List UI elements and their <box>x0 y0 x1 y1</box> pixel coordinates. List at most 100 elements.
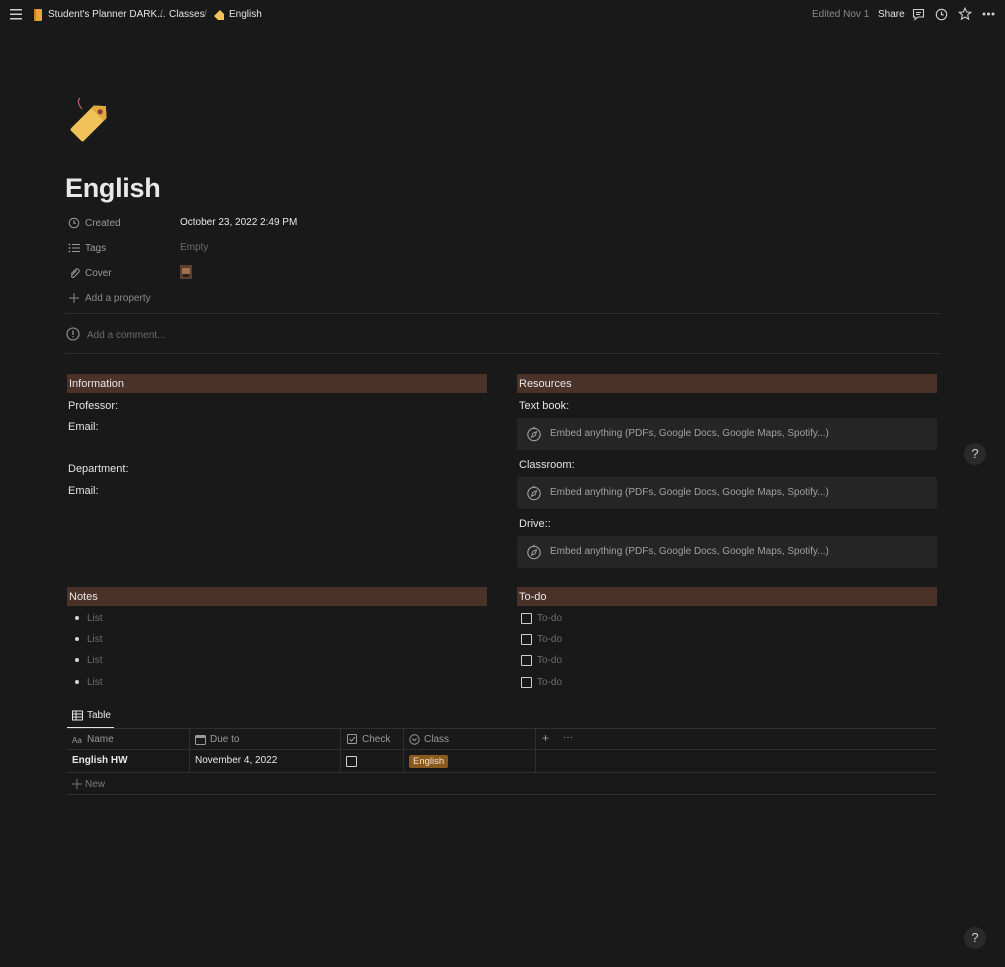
svg-text:Aa: Aa <box>72 736 82 745</box>
property-label: Tags <box>85 243 107 254</box>
text-icon: Aa <box>72 734 83 745</box>
breadcrumb-separator: / <box>160 9 163 20</box>
table-border <box>67 772 937 773</box>
email-label[interactable]: Email: <box>68 485 99 497</box>
bullet-dot <box>75 680 79 684</box>
todo-checkbox[interactable] <box>521 677 532 688</box>
breadcrumb-item-planner[interactable]: Student's Planner DARK... <box>48 9 166 20</box>
add-property-button[interactable]: Add a property <box>68 290 468 308</box>
comment-placeholder: Add a comment... <box>87 330 166 341</box>
resources-heading[interactable]: Resources <box>517 374 937 393</box>
cell-check-checkbox[interactable] <box>346 756 357 767</box>
embed-placeholder: Embed anything (PDFs, Google Docs, Googl… <box>550 428 829 439</box>
plus-icon <box>72 779 82 792</box>
comment-icon[interactable] <box>912 8 925 21</box>
compass-icon <box>526 426 542 442</box>
bullet-dot <box>75 637 79 641</box>
column-border <box>535 728 536 772</box>
checkbox-icon <box>347 734 358 745</box>
classroom-label[interactable]: Classroom: <box>519 459 575 471</box>
list-item[interactable]: List <box>87 677 103 688</box>
embed-placeholder: Embed anything (PDFs, Google Docs, Googl… <box>550 487 829 498</box>
property-created[interactable]: Created October 23, 2022 2:49 PM <box>68 215 468 233</box>
info-icon <box>66 327 80 341</box>
page-title[interactable]: English <box>65 173 161 204</box>
help-button[interactable]: ? <box>964 443 986 465</box>
cover-thumbnail[interactable] <box>180 265 192 279</box>
drive-label[interactable]: Drive:: <box>519 518 551 530</box>
tab-table-view[interactable]: Table <box>67 706 114 729</box>
more-options-icon[interactable] <box>982 12 995 16</box>
department-label[interactable]: Department: <box>68 463 129 475</box>
column-border <box>403 728 404 772</box>
cell-due[interactable]: November 4, 2022 <box>195 755 277 766</box>
top-bar: Student's Planner DARK... / Classes / En… <box>0 0 1005 30</box>
new-row-button[interactable]: New <box>72 778 192 792</box>
compass-icon <box>526 544 542 560</box>
todo-item[interactable]: To-do <box>537 655 562 666</box>
divider <box>65 313 940 314</box>
select-icon <box>409 734 420 745</box>
todo-checkbox[interactable] <box>521 613 532 624</box>
clock-icon <box>68 217 80 229</box>
edited-timestamp: Edited Nov 1 <box>812 9 870 20</box>
property-label: Created <box>85 218 121 229</box>
information-heading[interactable]: Information <box>67 374 487 393</box>
table-more-button[interactable]: ··· <box>563 732 573 743</box>
column-border <box>189 728 190 772</box>
notebook-icon <box>33 9 43 21</box>
menu-icon[interactable] <box>10 9 22 20</box>
history-icon[interactable] <box>935 8 948 21</box>
compass-icon <box>526 485 542 501</box>
email-label[interactable]: Email: <box>68 421 99 433</box>
table-border <box>67 749 937 750</box>
notes-heading[interactable]: Notes <box>67 587 487 606</box>
property-value[interactable]: Empty <box>180 242 208 253</box>
new-row-label: New <box>85 779 106 790</box>
tab-label: Table <box>87 710 111 721</box>
embed-placeholder: Embed anything (PDFs, Google Docs, Googl… <box>550 546 829 557</box>
calendar-icon <box>195 734 206 745</box>
professor-label[interactable]: Professor: <box>68 400 118 412</box>
column-border <box>340 728 341 772</box>
list-item[interactable]: List <box>87 613 103 624</box>
todo-heading[interactable]: To-do <box>517 587 937 606</box>
bullet-dot <box>75 658 79 662</box>
list-icon <box>68 242 80 254</box>
todo-item[interactable]: To-do <box>537 634 562 645</box>
breadcrumb-item-english[interactable]: English <box>229 9 262 20</box>
page-tag-icon[interactable] <box>66 96 116 146</box>
bullet-dot <box>75 616 79 620</box>
cell-name[interactable]: English HW <box>72 755 128 766</box>
property-cover[interactable]: Cover <box>68 265 468 283</box>
property-tags[interactable]: Tags Empty <box>68 240 468 258</box>
divider <box>65 353 940 354</box>
property-value: October 23, 2022 2:49 PM <box>180 217 298 228</box>
help-button[interactable]: ? <box>964 927 986 949</box>
table-border <box>67 794 937 795</box>
todo-item[interactable]: To-do <box>537 677 562 688</box>
tag-icon <box>213 9 225 21</box>
embed-block-drive[interactable]: Embed anything (PDFs, Google Docs, Googl… <box>517 536 937 568</box>
comment-input[interactable]: Add a comment... <box>66 327 266 343</box>
table-icon <box>72 710 83 721</box>
plus-icon <box>68 292 80 304</box>
star-icon[interactable] <box>958 7 972 21</box>
add-property-label: Add a property <box>85 293 151 304</box>
paperclip-icon <box>68 267 80 279</box>
todo-item[interactable]: To-do <box>537 613 562 624</box>
share-button[interactable]: Share <box>878 9 905 20</box>
embed-block-classroom[interactable]: Embed anything (PDFs, Google Docs, Googl… <box>517 477 937 509</box>
add-column-button[interactable]: + <box>542 731 549 745</box>
list-item[interactable]: List <box>87 634 103 645</box>
todo-checkbox[interactable] <box>521 655 532 666</box>
table-border <box>67 728 937 729</box>
todo-checkbox[interactable] <box>521 634 532 645</box>
embed-block-textbook[interactable]: Embed anything (PDFs, Google Docs, Googl… <box>517 418 937 450</box>
breadcrumb-item-classes[interactable]: Classes <box>169 9 205 20</box>
property-label: Cover <box>85 268 112 279</box>
breadcrumb-separator: / <box>204 9 207 20</box>
list-item[interactable]: List <box>87 655 103 666</box>
cell-class-tag[interactable]: English <box>409 755 449 768</box>
textbook-label[interactable]: Text book: <box>519 400 569 412</box>
